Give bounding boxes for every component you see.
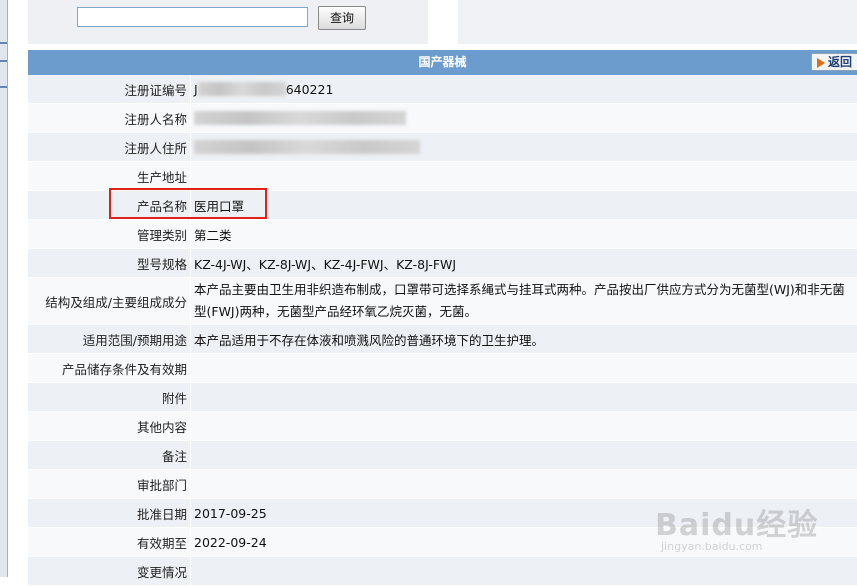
row-label: 批准日期 [28,499,191,527]
panel-divider [428,0,458,44]
table-row: 结构及组成/主要组成成分 本产品主要由卫生用非织造布制成，口罩带可选择系绳式与挂耳… [28,278,857,325]
search-button[interactable]: 查询 [318,6,366,30]
row-label: 适用范围/预期用途 [28,325,191,353]
row-label: 型号规格 [28,249,191,277]
right-panel [458,0,857,44]
redacted-block [194,111,406,125]
reg-number-tail: 640221 [285,81,334,97]
redacted-block [194,140,420,154]
strip-tick [0,42,7,44]
table-row: 注册证编号 J 640221 [28,75,857,104]
row-value [191,412,857,440]
back-label: 返回 [828,55,853,69]
back-button[interactable]: 返回 [811,53,857,71]
row-label: 注册证编号 [28,75,191,103]
table-row: 适用范围/预期用途 本产品适用于不存在体液和喷溅风险的普通环境下的卫生护理。 [28,325,857,354]
row-value [191,354,857,382]
table-row: 注册人名称 [28,104,857,133]
row-value [191,133,857,161]
row-label: 生产地址 [28,162,191,190]
row-value [191,162,857,190]
watermark-text: Baidu经验 [655,508,819,543]
row-value [191,104,857,132]
row-label: 管理类别 [28,220,191,248]
row-label: 结构及组成/主要组成成分 [28,278,191,324]
row-value: 医用口罩 [194,198,245,214]
watermark-url: jingyan.baidu.com [661,540,763,553]
row-value: KZ-4J-WJ、KZ-8J-WJ、KZ-4J-FWJ、KZ-8J-FWJ [194,256,457,272]
table-row: 附件 [28,383,857,412]
strip-tick [0,86,7,88]
arrow-right-icon [817,57,825,68]
row-value: 本产品适用于不存在体液和喷溅风险的普通环境下的卫生护理。 [194,332,545,348]
row-label: 其他内容 [28,412,191,440]
highlight-annotation [109,188,267,219]
left-scroll-strip [0,0,8,577]
row-label: 产品储存条件及有效期 [28,354,191,382]
row-label: 有效期至 [28,528,191,556]
row-label: 审批部门 [28,470,191,498]
table-header: 国产器械 返回 [28,50,857,75]
row-label: 变更情况 [28,557,191,585]
row-label: 备注 [28,441,191,469]
device-detail-table: 国产器械 返回 注册证编号 J 640221 注册人名称 注册人住所 生产地址 产品名称 医用… [28,50,857,586]
table-row: 审批部门 [28,470,857,499]
row-value [191,441,857,469]
row-value: 第二类 [194,227,232,243]
table-row: 其他内容 [28,412,857,441]
table-row: 备注 [28,441,857,470]
row-value [191,470,857,498]
table-row: 管理类别 第二类 [28,220,857,249]
redacted-block [197,82,286,96]
row-label: 注册人名称 [28,104,191,132]
table-row: 注册人住所 [28,133,857,162]
table-title: 国产器械 [418,55,467,69]
row-label: 注册人住所 [28,133,191,161]
row-value [191,383,857,411]
watermark-logo: Baidu经验 jingyan.baidu.com [655,500,835,570]
row-value: J 640221 [191,75,857,103]
search-input[interactable] [77,7,308,27]
row-label: 附件 [28,383,191,411]
table-row: 生产地址 [28,162,857,191]
strip-tick [0,60,7,62]
table-row: 型号规格 KZ-4J-WJ、KZ-8J-WJ、KZ-4J-FWJ、KZ-8J-FW… [28,249,857,278]
table-row: 产品储存条件及有效期 [28,354,857,383]
row-value: 本产品主要由卫生用非织造布制成，口罩带可选择系绳式与挂耳式两种。产品按出厂供应方… [194,282,845,319]
